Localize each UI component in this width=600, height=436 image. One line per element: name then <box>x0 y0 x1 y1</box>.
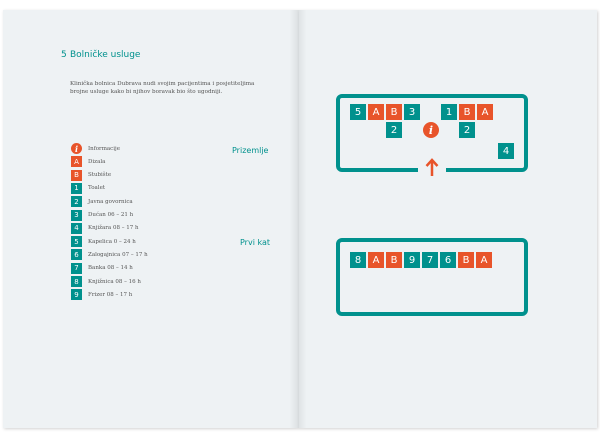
legend-badge: 1 <box>71 182 82 194</box>
legend-badge: A <box>71 156 82 168</box>
legend-badge: 3 <box>71 209 82 221</box>
legend-badge: 2 <box>71 196 82 208</box>
legend-label: Dućan 06 – 21 h <box>88 212 134 218</box>
info-icon: i <box>71 143 82 154</box>
legend-item-snackbar: 6 Zalogajnica 07 – 17 h <box>71 249 148 261</box>
first-tile: B <box>386 252 402 268</box>
legend-label: Stubište <box>88 172 112 179</box>
first-tile: 7 <box>422 252 438 268</box>
legend-item-bookstore: 4 Knjižara 08 – 17 h <box>71 222 139 234</box>
legend-label: Zalogajnica 07 – 17 h <box>88 251 148 258</box>
legend-item-chapel: 5 Kapelica 0 – 24 h <box>71 236 136 248</box>
legend-item-bank: 7 Banka 08 – 14 h <box>71 262 133 274</box>
ground-tile: 1 <box>441 104 457 120</box>
legend-label: Toalet <box>88 185 106 192</box>
legend-item-shop: 3 Dućan 06 – 21 h <box>71 209 134 221</box>
legend-badge: 7 <box>71 262 82 274</box>
section-title: Bolničke usluge <box>70 50 141 60</box>
ground-tile: 4 <box>498 143 514 159</box>
first-tile: A <box>476 252 492 268</box>
legend-badge: 6 <box>71 249 82 261</box>
legend-item-stairs: B Stubište <box>71 169 112 181</box>
first-tile: 8 <box>350 252 366 268</box>
section-number: 5 <box>61 50 67 60</box>
legend-badge: B <box>71 169 82 181</box>
ground-tile: 5 <box>350 104 366 120</box>
ground-tile: A <box>368 104 384 120</box>
floor-label-ground: Prizemlje <box>232 146 269 155</box>
legend-badge: 9 <box>71 289 82 301</box>
ground-tile: B <box>459 104 475 120</box>
legend-badge: 8 <box>71 276 82 287</box>
ground-tile: B <box>386 104 402 120</box>
legend-label: Knjižnica 08 – 16 h <box>88 278 141 285</box>
legend-label: Banka 08 – 14 h <box>88 265 133 272</box>
book-gutter <box>289 10 307 428</box>
first-tile: 6 <box>440 252 456 268</box>
ground-tile: 3 <box>404 104 420 120</box>
first-floor-map <box>336 238 528 316</box>
legend-item-payphone: 2 Javna govornica <box>71 196 133 208</box>
intro-text: Klinička bolnica Dubrava nudi svojim pac… <box>70 81 255 95</box>
legend-label: Kapelica 0 – 24 h <box>88 238 136 245</box>
right-page <box>299 10 597 428</box>
legend-item-toilet: 1 Toalet <box>71 182 106 194</box>
legend-item-info: i Informacije <box>71 143 120 154</box>
entrance-arrow-icon <box>425 158 439 176</box>
floor-label-first: Prvi kat <box>240 238 271 247</box>
ground-tile: 2 <box>459 122 475 138</box>
legend-label: Javna govornica <box>88 198 133 205</box>
legend-label: Dizala <box>88 158 106 165</box>
info-icon: i <box>423 122 439 138</box>
first-tile: B <box>458 252 474 268</box>
legend-badge: 4 <box>71 222 82 234</box>
legend-label: Frizer 08 – 17 h <box>88 291 133 298</box>
left-page <box>3 10 299 428</box>
first-tile: A <box>368 252 384 268</box>
legend-label: Knjižara 08 – 17 h <box>88 225 139 232</box>
legend-item-hairdresser: 9 Frizer 08 – 17 h <box>71 289 133 301</box>
first-tile: 9 <box>404 252 420 268</box>
legend-item-library: 8 Knjižnica 08 – 16 h <box>71 276 141 287</box>
ground-tile: 2 <box>386 122 402 138</box>
ground-tile: A <box>477 104 493 120</box>
legend-label: Informacije <box>88 145 120 152</box>
legend-badge: 5 <box>71 236 82 248</box>
legend-item-elevator: A Dizala <box>71 156 106 168</box>
